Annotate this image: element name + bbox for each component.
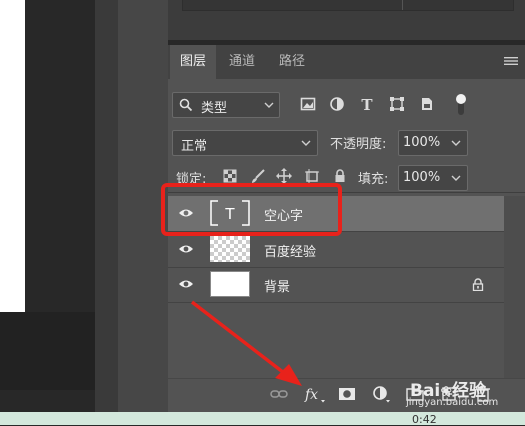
- adjustment-filter-icon[interactable]: [329, 96, 345, 112]
- layer-name[interactable]: 百度经验: [264, 241, 316, 260]
- filter-toggle-switch[interactable]: [455, 92, 467, 116]
- layer-name[interactable]: 空心字: [264, 205, 303, 224]
- status-bar: [0, 412, 525, 425]
- layer-name[interactable]: 背景: [264, 276, 290, 295]
- svg-text:T: T: [224, 205, 235, 223]
- watermark-url: jingyan.baidu.com: [406, 397, 499, 408]
- svg-text:T: T: [361, 96, 373, 112]
- search-icon: [179, 98, 193, 112]
- fill-value: 100%: [403, 170, 441, 185]
- lock-icon: [472, 278, 484, 291]
- layer-row-text[interactable]: T 空心字: [168, 196, 504, 232]
- lock-pixels-brush-icon[interactable]: [250, 168, 266, 184]
- chevron-down-icon: [451, 140, 461, 146]
- adjustment-layer-icon[interactable]: [372, 385, 390, 403]
- filter-type-label: 类型: [201, 101, 228, 116]
- blend-mode-select[interactable]: 正常: [172, 130, 318, 156]
- chevron-down-icon: [264, 102, 274, 108]
- eye-visibility-icon[interactable]: [178, 207, 194, 219]
- text-layer-thumbnail: T: [210, 200, 250, 226]
- background-layer-thumbnail: [210, 271, 250, 297]
- fill-input[interactable]: 100%: [398, 165, 468, 191]
- lock-position-move-icon[interactable]: [276, 168, 292, 184]
- layer-row-transparent[interactable]: 百度经验: [168, 232, 504, 268]
- lock-all-icon[interactable]: [332, 168, 348, 184]
- lock-artboard-icon[interactable]: [304, 168, 320, 184]
- tab-layers[interactable]: 图层: [170, 45, 216, 79]
- status-time: 0:42: [412, 413, 437, 426]
- chevron-down-icon: [451, 175, 461, 181]
- layer-row-background[interactable]: 背景: [168, 267, 504, 303]
- eye-visibility-icon[interactable]: [178, 243, 194, 255]
- layer-style-fx-icon[interactable]: fx: [304, 385, 326, 403]
- blend-mode-value: 正常: [181, 139, 208, 154]
- chevron-down-icon: [301, 140, 311, 146]
- tab-channels[interactable]: 通道: [220, 45, 264, 79]
- add-mask-icon[interactable]: [338, 385, 356, 403]
- link-layers-icon[interactable]: [270, 385, 288, 403]
- layer-filter-select[interactable]: 类型: [172, 92, 280, 118]
- panel-menu-icon[interactable]: [504, 56, 518, 66]
- document-canvas[interactable]: [0, 0, 25, 312]
- properties-panel-content: [182, 0, 514, 11]
- svg-text:fx: fx: [304, 387, 318, 403]
- canvas-pasteboard: [0, 312, 95, 390]
- opacity-value: 100%: [403, 135, 441, 150]
- transparent-layer-thumbnail: [210, 236, 250, 262]
- fill-label: 填充:: [358, 172, 389, 187]
- shape-filter-icon[interactable]: [389, 96, 405, 112]
- panel-dock-gap: [118, 0, 168, 412]
- smart-object-filter-icon[interactable]: [419, 96, 435, 112]
- eye-visibility-icon[interactable]: [178, 278, 194, 290]
- opacity-input[interactable]: 100%: [398, 130, 468, 156]
- opacity-label: 不透明度:: [330, 137, 387, 152]
- panel-divider: [402, 0, 403, 10]
- lock-label: 锁定:: [176, 172, 207, 187]
- layers-scrollbar[interactable]: [504, 196, 525, 378]
- tab-paths[interactable]: 路径: [270, 45, 314, 79]
- type-filter-icon[interactable]: T: [359, 96, 375, 112]
- lock-transparency-icon[interactable]: [222, 168, 238, 184]
- pixel-filter-icon[interactable]: [300, 96, 316, 112]
- side-strip: [95, 0, 119, 412]
- panel-separator: [168, 192, 525, 193]
